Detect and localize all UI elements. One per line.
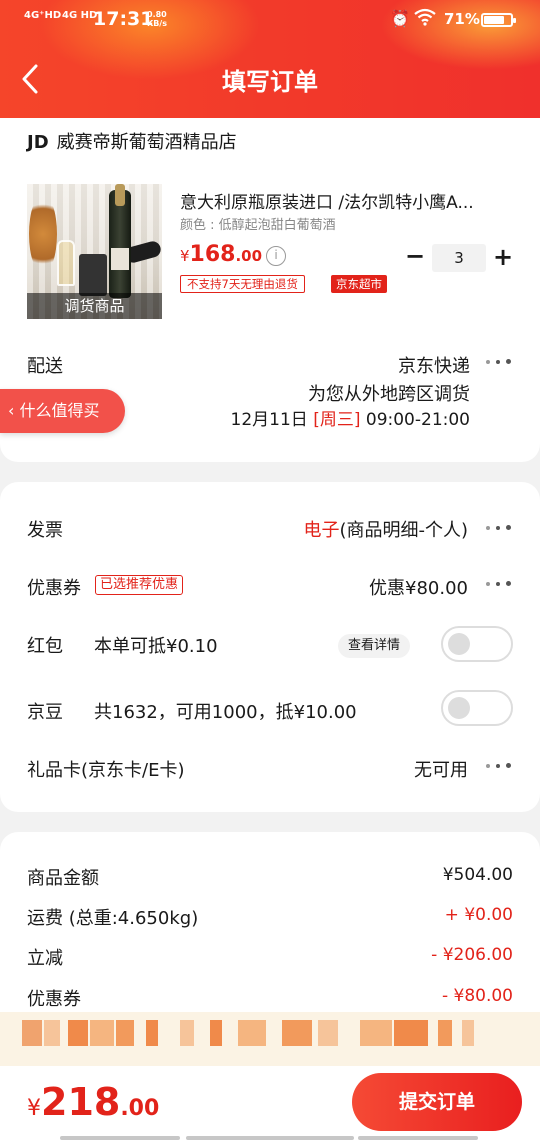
red-packet-text: 本单可抵¥0.10 bbox=[94, 636, 218, 657]
goods-amount-value: ¥504.00 bbox=[442, 865, 513, 885]
pixelated-banner bbox=[0, 1012, 540, 1066]
chevron-left-icon: ‹ bbox=[8, 401, 20, 420]
more-icon[interactable] bbox=[486, 356, 514, 368]
view-details-button[interactable]: 查看详情 bbox=[338, 634, 411, 658]
jd-beans-toggle[interactable] bbox=[441, 690, 513, 726]
recommended-coupon-tag: 已选推荐优惠 bbox=[95, 575, 184, 595]
coupon-value[interactable]: 优惠¥80.00 bbox=[300, 574, 468, 600]
image-wine-bottle bbox=[109, 184, 131, 298]
battery-percent: 71% bbox=[444, 10, 480, 28]
goods-amount-label: 商品金额 bbox=[27, 868, 99, 889]
submit-order-button[interactable]: 提交订单 bbox=[352, 1073, 522, 1131]
product-spec: 颜色 : 低醇起泡甜白葡萄酒 bbox=[180, 218, 336, 233]
status-bar: 4G⁺HD 4G HD 17:31 0.80 KB/s ⏰ 71% bbox=[0, 8, 540, 34]
jd-supermarket-tag: 京东超市 bbox=[331, 275, 387, 293]
red-packet-toggle[interactable] bbox=[441, 626, 513, 662]
delivery-time-range: 09:00-21:00 bbox=[360, 410, 470, 430]
shop-name[interactable]: JD 威赛帝斯葡萄酒精品店 bbox=[27, 128, 237, 154]
delivery-time[interactable]: 12月11日 [周三] 09:00-21:00 bbox=[200, 405, 470, 430]
more-icon[interactable] bbox=[486, 760, 514, 772]
delivery-note: 为您从外地跨区调货 bbox=[308, 384, 470, 405]
what-worth-buying-button[interactable]: ‹ 什么值得买 bbox=[0, 389, 125, 433]
discount-label: 立减 bbox=[27, 948, 63, 969]
gift-card-value[interactable]: 无可用 bbox=[360, 756, 468, 782]
total-currency: ¥ bbox=[27, 1096, 41, 1121]
delivery-date: 12月11日 bbox=[230, 410, 314, 430]
delivery-weekday: [周三] bbox=[313, 410, 361, 430]
alarm-icon: ⏰ bbox=[390, 9, 410, 28]
coupon-summary-label: 优惠券 bbox=[27, 989, 81, 1010]
product-image[interactable]: 调货商品 bbox=[27, 184, 162, 319]
shop-name-label: 威赛帝斯葡萄酒精品店 bbox=[56, 132, 237, 153]
jd-beans-label: 京豆 bbox=[27, 702, 63, 723]
quantity-input[interactable]: 3 bbox=[432, 244, 486, 272]
coupon-label: 优惠券 bbox=[27, 578, 81, 599]
transfer-goods-badge: 调货商品 bbox=[27, 293, 162, 319]
delivery-method[interactable]: 京东快递 bbox=[300, 352, 470, 378]
page-title: 填写订单 bbox=[222, 68, 318, 96]
header-bar: 4G⁺HD 4G HD 17:31 0.80 KB/s ⏰ 71% 填写订单 bbox=[0, 0, 540, 118]
quantity-increase-button[interactable]: + bbox=[492, 244, 514, 270]
price-currency: ¥ bbox=[180, 247, 190, 265]
order-total: ¥218.00 bbox=[27, 1080, 159, 1124]
more-icon[interactable] bbox=[486, 578, 514, 590]
image-bottle-label bbox=[111, 248, 129, 270]
product-price: ¥168.00 bbox=[180, 242, 262, 267]
signal-indicator-1: 4G⁺HD bbox=[24, 10, 62, 21]
price-decimal: .00 bbox=[235, 247, 263, 265]
no-refund-tag: 不支持7天无理由退货 bbox=[180, 275, 305, 293]
image-ice-bucket bbox=[79, 254, 107, 296]
jd-logo: JD bbox=[27, 132, 49, 153]
wifi-icon bbox=[414, 8, 436, 30]
price-integer: 168 bbox=[189, 242, 236, 267]
what-worth-buying-label: 什么值得买 bbox=[19, 401, 100, 420]
image-foliage bbox=[29, 194, 57, 274]
shipping-value: + ¥0.00 bbox=[444, 905, 513, 925]
product-name[interactable]: 意大利原瓶原装进口 /法尔凯特小鹰A... bbox=[180, 188, 520, 213]
red-packet-label: 红包 bbox=[27, 636, 63, 657]
invoice-value[interactable]: 电子(商品明细-个人) bbox=[220, 516, 468, 542]
discount-value: - ¥206.00 bbox=[431, 945, 513, 965]
home-indicator bbox=[60, 1136, 180, 1140]
network-speed-unit: KB/s bbox=[147, 19, 167, 28]
invoice-detail: (商品明细-个人) bbox=[339, 520, 468, 541]
delivery-label: 配送 bbox=[27, 356, 63, 377]
info-icon[interactable]: i bbox=[266, 246, 286, 266]
gift-card-label: 礼品卡(京东卡/E卡) bbox=[27, 760, 185, 781]
network-speed: 0.80 KB/s bbox=[147, 10, 167, 28]
quantity-decrease-button[interactable]: − bbox=[404, 244, 426, 270]
image-glass bbox=[57, 240, 75, 286]
invoice-label: 发票 bbox=[27, 520, 63, 541]
more-icon[interactable] bbox=[486, 522, 514, 534]
home-indicator bbox=[186, 1136, 354, 1140]
home-indicator bbox=[358, 1136, 478, 1140]
battery-icon bbox=[481, 13, 516, 27]
invoice-type: 电子 bbox=[303, 520, 340, 541]
shipping-label: 运费 (总重:4.650kg) bbox=[27, 908, 199, 929]
network-speed-value: 0.80 bbox=[147, 10, 167, 19]
clock: 17:31 bbox=[93, 8, 154, 30]
jd-beans-text: 共1632，可用1000，抵¥10.00 bbox=[94, 702, 357, 723]
total-decimal: .00 bbox=[120, 1096, 160, 1121]
coupon-summary-value: - ¥80.00 bbox=[441, 986, 513, 1006]
total-integer: 218 bbox=[41, 1080, 121, 1124]
